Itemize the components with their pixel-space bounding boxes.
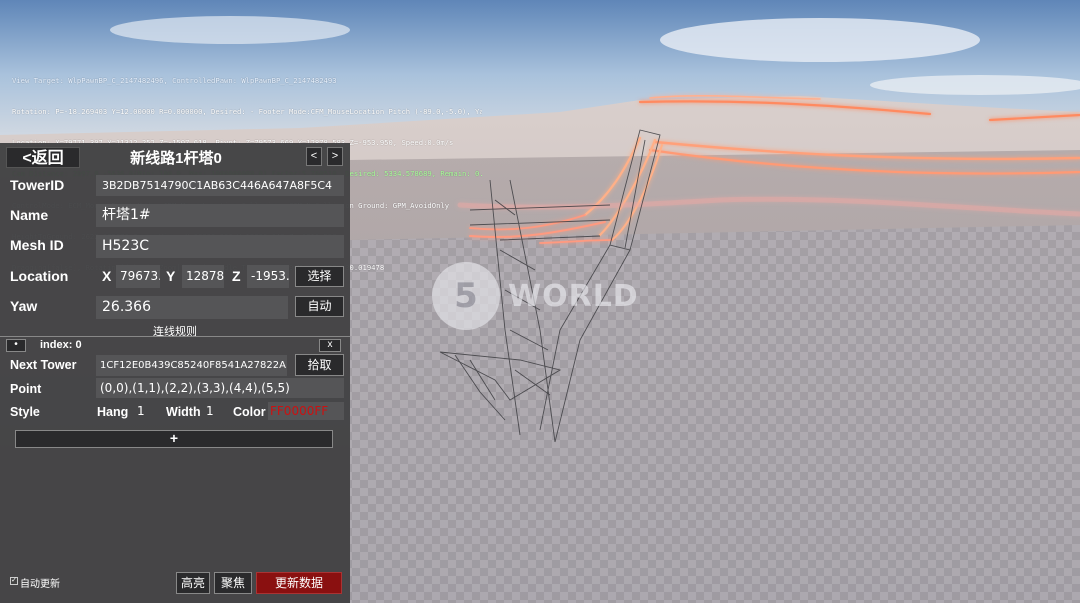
- watermark-badge: 5: [432, 262, 500, 330]
- name-label: Name: [10, 207, 49, 223]
- color-field[interactable]: FF0000FF: [268, 402, 344, 420]
- auto-update-label: 自动更新: [20, 579, 60, 590]
- mesh-id-label: Mesh ID: [10, 237, 64, 253]
- debug-line: Rotation: P=-18.269403 Y=12.00000 R=0.00…: [12, 107, 482, 117]
- x-axis-label: X: [102, 268, 112, 284]
- location-y-field[interactable]: 12878.: [182, 265, 224, 288]
- tower-id-label: TowerID: [10, 177, 65, 193]
- update-data-button[interactable]: 更新数据: [256, 572, 342, 594]
- location-label: Location: [10, 268, 69, 284]
- auto-yaw-button[interactable]: 自动: [295, 296, 344, 317]
- highlight-button[interactable]: 高亮: [176, 572, 210, 594]
- point-label: Point: [10, 382, 42, 396]
- back-button[interactable]: <返回: [6, 147, 80, 168]
- auto-update-checkbox[interactable]: ✓: [10, 577, 18, 585]
- next-tower-button[interactable]: >: [327, 147, 343, 166]
- location-z-field[interactable]: -1953.: [247, 265, 289, 288]
- collapse-rule-button[interactable]: •: [6, 339, 26, 352]
- add-rule-button[interactable]: +: [15, 430, 333, 448]
- select-location-button[interactable]: 选择: [295, 266, 344, 287]
- pick-tower-button[interactable]: 拾取: [295, 354, 344, 376]
- cloud: [660, 18, 980, 62]
- watermark-text: WORLD: [508, 278, 639, 314]
- cloud: [870, 75, 1080, 95]
- width-label: Width: [166, 405, 201, 419]
- yaw-label: Yaw: [10, 298, 38, 314]
- yaw-field[interactable]: 26.366: [96, 296, 288, 319]
- remove-rule-button[interactable]: x: [319, 339, 341, 352]
- prev-tower-button[interactable]: <: [306, 147, 322, 166]
- debug-line: View Target: WlpPawnBP_C_2147482496, Con…: [12, 75, 337, 85]
- mesh-id-field[interactable]: H523C: [96, 235, 344, 258]
- panel-title: 新线路1杆塔0: [130, 150, 222, 167]
- location-x-field[interactable]: 79673.: [116, 265, 160, 288]
- style-label: Style: [10, 405, 40, 419]
- tower-id-field[interactable]: 3B2DB7514790C1AB63C446A647A8F5C4: [96, 175, 344, 196]
- next-tower-label: Next Tower: [10, 358, 77, 372]
- hang-label: Hang: [97, 405, 129, 419]
- tower-property-panel: <返回 新线路1杆塔0 < > TowerID 3B2DB7514790C1AB…: [0, 143, 350, 603]
- cloud: [110, 16, 350, 44]
- color-label: Color: [233, 405, 266, 419]
- next-tower-field[interactable]: 1CF12E0B439C85240F8541A27822A: [96, 355, 287, 376]
- index-label: index: 0: [40, 339, 82, 351]
- panel-header: <返回 新线路1杆塔0 < >: [0, 143, 350, 171]
- section-divider: [0, 336, 350, 337]
- 51world-watermark: 5 WORLD: [432, 262, 639, 330]
- y-axis-label: Y: [166, 268, 176, 284]
- name-field[interactable]: 杆塔1#: [96, 204, 344, 227]
- hang-value[interactable]: 1: [137, 404, 145, 418]
- focus-button[interactable]: 聚焦: [214, 572, 252, 594]
- width-value[interactable]: 1: [206, 404, 214, 418]
- z-axis-label: Z: [232, 268, 241, 284]
- point-field[interactable]: (0,0),(1,1),(2,2),(3,3),(4,4),(5,5): [96, 378, 344, 398]
